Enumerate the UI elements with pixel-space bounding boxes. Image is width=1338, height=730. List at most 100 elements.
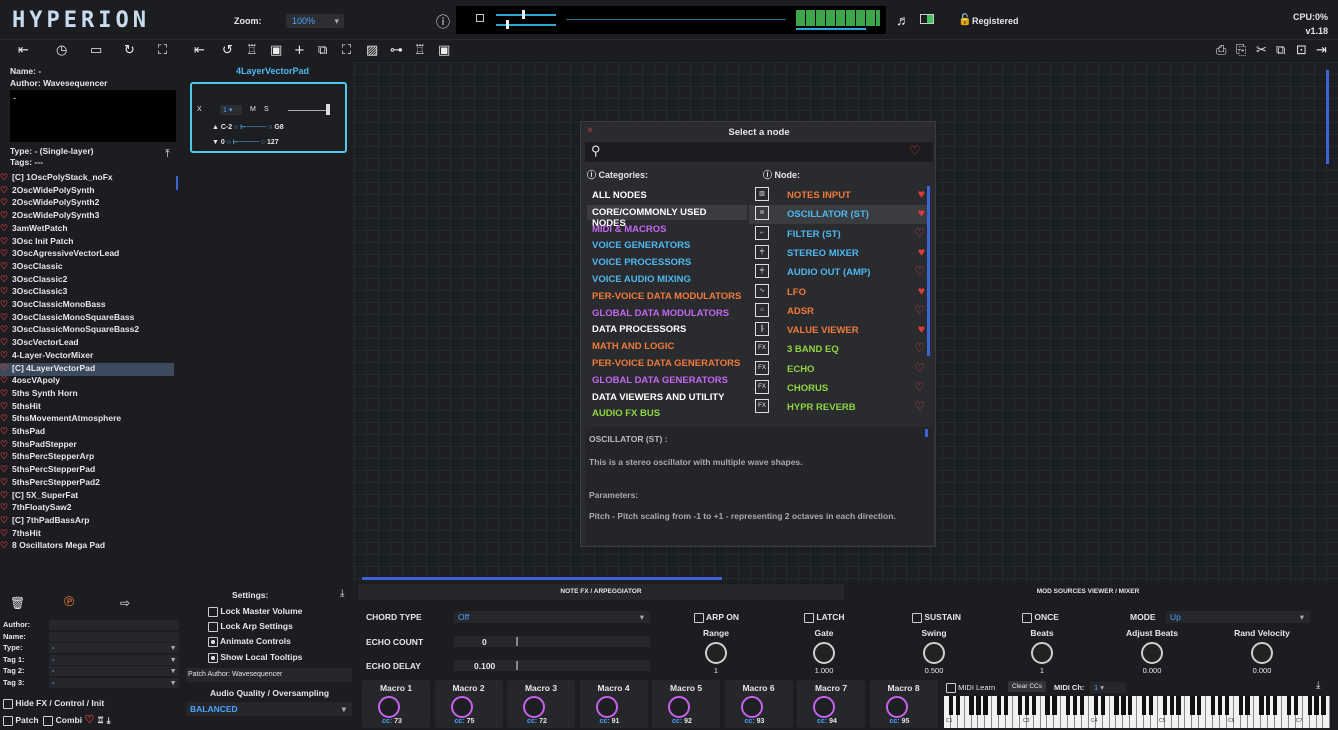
knob[interactable] <box>1141 642 1163 664</box>
layer-node[interactable]: X 1 ▾ M S ▲ C-2 ○ ⊢──── ○ G8 ▼ 0 ○ ⊢────… <box>190 82 347 153</box>
category-item[interactable]: GLOBAL DATA GENERATORS <box>587 373 747 388</box>
black-key[interactable] <box>1162 696 1167 715</box>
heart-icon[interactable]: ♡ <box>0 350 8 361</box>
patch-list-item[interactable]: ♡ 3OscClassic2 <box>0 274 174 287</box>
undo-icon[interactable]: ↺ <box>222 43 233 58</box>
patch-author-value[interactable]: Wavesequencer <box>232 671 282 678</box>
select-icon[interactable]: ⊡ <box>1296 43 1307 58</box>
black-key[interactable] <box>1314 696 1319 715</box>
heart-icon[interactable]: ♡ <box>914 303 925 317</box>
arp-on-row[interactable]: ARP ON <box>694 612 739 623</box>
category-item[interactable]: VOICE AUDIO MIXING <box>587 272 747 287</box>
patch-list-item[interactable]: ♡ 5ths Synth Horn <box>0 388 174 401</box>
macro-knob[interactable] <box>523 696 545 718</box>
favorite-heart-icon[interactable]: ♥ <box>918 322 925 336</box>
macro-knob[interactable] <box>378 696 400 718</box>
quality-select[interactable]: BALANCED ▾ <box>186 702 352 716</box>
patch-list-item[interactable]: ♡ 3amWetPatch <box>0 223 174 236</box>
arp-on-checkbox[interactable] <box>694 612 704 623</box>
category-item[interactable]: GLOBAL DATA MODULATORS <box>587 306 747 321</box>
favorite-heart-icon[interactable]: ♥ <box>918 206 925 220</box>
slider-2[interactable] <box>496 24 556 26</box>
heart-icon[interactable]: ♡ <box>0 261 8 272</box>
black-key[interactable] <box>1238 696 1243 715</box>
node-item[interactable]: ╪ STEREO MIXER ♥ <box>749 244 927 263</box>
node-item[interactable]: ∿ LFO ♥ <box>749 283 927 302</box>
form-field-type[interactable]: - ▾ <box>49 643 179 653</box>
favorite-heart-icon[interactable]: ♥ <box>918 284 925 298</box>
layer-x[interactable]: X <box>197 106 202 113</box>
heart-icon[interactable]: ♡ <box>0 248 8 259</box>
heart-icon[interactable]: ♡ <box>914 380 925 394</box>
node-item[interactable]: FX 3 BAND EQ ♡ <box>749 340 927 359</box>
macro-knob[interactable] <box>740 696 763 718</box>
collapse-right-icon[interactable]: ⇤ <box>194 43 205 58</box>
description-box[interactable]: - <box>10 90 176 142</box>
heart-icon[interactable]: ♡ <box>0 464 8 475</box>
favorite-heart-icon[interactable]: ♥ <box>918 245 925 259</box>
clear-icon[interactable]: ♖ <box>246 43 258 58</box>
heart-icon[interactable]: ♡ <box>0 312 8 323</box>
black-key[interactable] <box>1114 696 1119 715</box>
black-key[interactable] <box>1024 696 1029 715</box>
copy-icon[interactable]: ⧉ <box>1276 43 1285 58</box>
midi-ch-select[interactable]: 1 ▾ <box>1090 682 1126 693</box>
category-item[interactable]: VOICE GENERATORS <box>587 238 747 253</box>
layer-volume-slider[interactable] <box>288 110 330 111</box>
scrollbar[interactable] <box>176 176 178 190</box>
knob[interactable] <box>813 642 835 664</box>
broom-icon[interactable]: ♖ <box>414 43 426 58</box>
black-key[interactable] <box>1266 696 1271 715</box>
heart-icon[interactable]: ♡ <box>0 363 8 374</box>
node-item[interactable]: ╟ VALUE VIEWER ♥ <box>749 321 927 340</box>
hide-fx-row[interactable]: Hide FX / Control / Init <box>3 698 104 709</box>
node-item[interactable]: ▥ NOTES INPUT ♥ <box>749 186 927 205</box>
ear-icon[interactable]: ℗ <box>64 593 74 609</box>
black-key[interactable] <box>1121 696 1126 715</box>
heart-filter-icon[interactable]: ♡ <box>84 714 94 726</box>
patch-list-item[interactable]: ♡ 2OscWidePolySynth2 <box>0 197 174 210</box>
toggle-icon[interactable] <box>920 14 934 24</box>
node-list-scrollbar[interactable] <box>927 186 930 356</box>
heart-icon[interactable]: ♡ <box>0 375 8 386</box>
heart-icon[interactable]: ♡ <box>0 515 8 526</box>
layer-volume-handle[interactable] <box>326 104 330 115</box>
heart-icon[interactable]: ♡ <box>0 477 8 488</box>
black-key[interactable] <box>1079 696 1085 715</box>
once-checkbox[interactable] <box>1022 612 1032 623</box>
patch-list-item[interactable]: ♡ 3OscClassic3 <box>0 286 174 299</box>
heart-icon[interactable]: ♡ <box>0 210 8 221</box>
category-item[interactable]: DATA VIEWERS AND UTILITY <box>587 390 747 405</box>
save-icon[interactable]: ▣ <box>270 43 282 58</box>
form-field-name[interactable] <box>49 631 179 642</box>
black-key[interactable] <box>1190 696 1195 715</box>
heart-icon[interactable]: ♡ <box>0 337 8 348</box>
add-icon[interactable]: + <box>294 43 305 58</box>
trash-icon[interactable]: 🗑 <box>10 596 25 610</box>
black-key[interactable] <box>983 696 988 715</box>
save-layer-icon[interactable]: ▣ <box>438 43 450 58</box>
heart-icon[interactable]: ♡ <box>0 401 8 412</box>
heart-icon[interactable]: ♡ <box>0 299 8 310</box>
heart-icon[interactable]: ♡ <box>914 226 925 240</box>
hide-fx-checkbox[interactable] <box>3 698 13 709</box>
search-input[interactable] <box>585 142 933 162</box>
heart-icon[interactable]: ♡ <box>0 490 8 501</box>
patch-list-item[interactable]: ♡ 3OscVectorLead <box>0 337 174 350</box>
form-field-tag3[interactable]: - ▾ <box>49 677 179 688</box>
zoom-select[interactable]: 100% ▾ <box>286 14 344 28</box>
node-item[interactable]: FX ECHO ♡ <box>749 360 927 379</box>
knob[interactable] <box>1251 642 1273 664</box>
lock-master-checkbox[interactable] <box>208 606 218 617</box>
form-field-author[interactable] <box>49 620 179 630</box>
black-key[interactable] <box>1176 696 1181 715</box>
chord-type-select[interactable]: Off ▾ <box>454 611 650 623</box>
heart-icon[interactable]: ♡ <box>0 274 8 285</box>
macro-knob[interactable] <box>885 696 908 718</box>
canvas-scrollbar[interactable] <box>1326 70 1329 164</box>
patch-list-item[interactable]: ♡ 5thsHit <box>0 401 174 414</box>
patch-author-row[interactable]: Patch Author: Wavesequencer <box>186 668 352 682</box>
heart-icon[interactable]: ♡ <box>0 426 8 437</box>
animate-checkbox[interactable] <box>208 636 218 647</box>
category-item[interactable]: DATA PROCESSORS <box>587 322 747 337</box>
